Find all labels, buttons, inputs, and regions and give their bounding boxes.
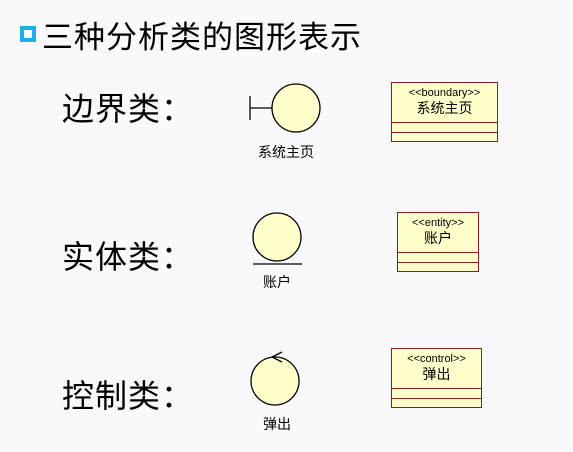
control-class-name: 弹出 — [422, 366, 451, 382]
entity-icon — [252, 212, 302, 265]
title-bar: 三种分析类的图形表示 — [20, 14, 362, 56]
attributes-compartment — [392, 122, 497, 132]
operations-compartment — [392, 398, 481, 399]
entity-class-box: <<entity>> 账户 — [397, 212, 479, 272]
control-stereotype: <<control>> — [407, 353, 466, 365]
boundary-icon-label: 系统主页 — [258, 145, 314, 161]
attributes-compartment — [392, 388, 481, 398]
attributes-compartment — [398, 252, 478, 262]
entity-stereotype: <<entity>> — [412, 217, 464, 229]
row-label-boundary: 边界类： — [62, 90, 195, 128]
boundary-stereotype: <<boundary>> — [408, 87, 481, 99]
square-bullet-icon — [20, 26, 36, 42]
boundary-icon — [249, 83, 321, 133]
control-icon — [250, 351, 300, 406]
row-label-entity: 实体类： — [62, 238, 195, 276]
control-icon-label: 弹出 — [263, 417, 291, 433]
page-title: 三种分析类的图形表示 — [42, 19, 362, 56]
operations-compartment — [398, 262, 478, 263]
entity-class-name: 账户 — [424, 230, 452, 246]
boundary-class-box: <<boundary>> 系统主页 — [391, 82, 498, 142]
operations-compartment — [392, 132, 497, 133]
entity-icon-label: 账户 — [263, 275, 291, 291]
row-label-control: 控制类： — [62, 377, 195, 415]
control-class-box: <<control>> 弹出 — [391, 348, 482, 408]
boundary-class-name: 系统主页 — [416, 100, 473, 116]
